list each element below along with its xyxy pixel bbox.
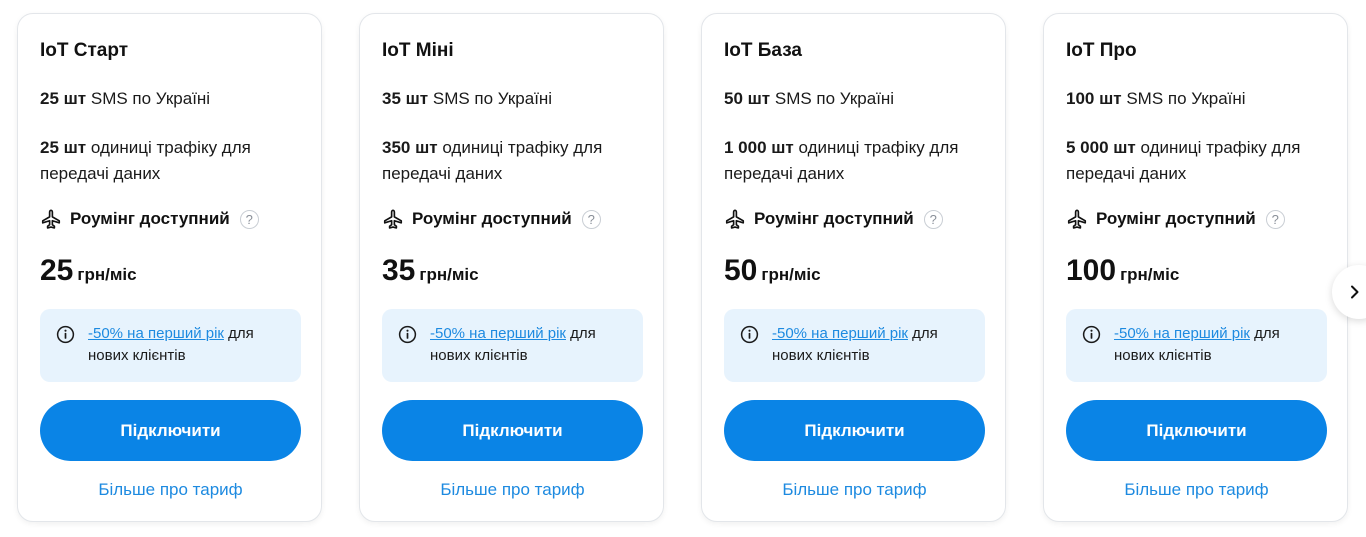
roaming-row: Роумінг доступний ? <box>40 206 259 232</box>
tariff-title: IoT Старт <box>40 40 129 61</box>
promo-link[interactable]: -50% на перший рік <box>430 325 566 342</box>
roaming-row: Роумінг доступний ? <box>1066 206 1285 232</box>
tariff-card: IoT Про 100 шт SMS по Україні 5 000 шт о… <box>1043 13 1348 522</box>
traffic-allowance: 5 000 шт одиниці трафіку для передачі да… <box>1066 135 1321 187</box>
airplane-icon <box>1067 209 1087 229</box>
price: 100 грн/міс <box>1066 254 1179 288</box>
tariff-carousel: IoT Старт 25 шт SMS по Україні 25 шт оди… <box>0 0 1366 537</box>
connect-button[interactable]: Підключити <box>382 400 643 461</box>
roaming-label: Роумінг доступний <box>754 209 914 228</box>
airplane-icon <box>725 209 745 229</box>
price-amount: 25 <box>40 254 74 287</box>
sms-quantity: 25 шт <box>40 89 87 108</box>
price: 25 грн/міс <box>40 254 137 288</box>
price: 50 грн/міс <box>724 254 821 288</box>
price-amount: 100 <box>1066 254 1117 287</box>
info-icon <box>398 325 417 344</box>
tariff-card: IoT Старт 25 шт SMS по Україні 25 шт оди… <box>17 13 322 522</box>
roaming-label: Роумінг доступний <box>1096 209 1256 228</box>
promo-link[interactable]: -50% на перший рік <box>772 325 908 342</box>
more-about-tariff-link[interactable]: Більше про тариф <box>382 480 643 500</box>
info-icon <box>1082 325 1101 344</box>
price-unit: грн/міс <box>1120 265 1180 284</box>
more-about-tariff-link[interactable]: Більше про тариф <box>1066 480 1327 500</box>
promo-banner: -50% на перший рік для нових клієнтів <box>724 309 985 382</box>
price-amount: 35 <box>382 254 416 287</box>
info-icon <box>56 325 75 344</box>
sms-description: SMS по Україні <box>428 89 553 108</box>
sms-allowance: 35 шт SMS по Україні <box>382 89 552 109</box>
airplane-icon <box>41 209 61 229</box>
info-icon <box>740 325 759 344</box>
sms-quantity: 100 шт <box>1066 89 1122 108</box>
roaming-row: Роумінг доступний ? <box>382 206 601 232</box>
roaming-label: Роумінг доступний <box>70 209 230 228</box>
question-mark-icon[interactable]: ? <box>923 209 943 229</box>
chevron-right-icon <box>1351 285 1359 299</box>
traffic-quantity: 25 шт <box>40 138 87 157</box>
sms-description: SMS по Україні <box>770 89 895 108</box>
tariff-card: IoT База 50 шт SMS по Україні 1 000 шт о… <box>701 13 1006 522</box>
connect-button[interactable]: Підключити <box>40 400 301 461</box>
question-mark-icon[interactable]: ? <box>239 209 259 229</box>
sms-description: SMS по Україні <box>1121 89 1246 108</box>
price: 35 грн/міс <box>382 254 479 288</box>
roaming-row: Роумінг доступний ? <box>724 206 943 232</box>
sms-quantity: 35 шт <box>382 89 429 108</box>
sms-quantity: 50 шт <box>724 89 771 108</box>
price-unit: грн/міс <box>761 265 821 284</box>
airplane-icon <box>383 209 403 229</box>
question-mark-icon[interactable]: ? <box>581 209 601 229</box>
promo-link[interactable]: -50% на перший рік <box>1114 325 1250 342</box>
traffic-quantity: 350 шт <box>382 138 438 157</box>
tariff-title: IoT База <box>724 40 802 61</box>
price-unit: грн/міс <box>419 265 479 284</box>
tariff-card: IoT Міні 35 шт SMS по Україні 350 шт оди… <box>359 13 664 522</box>
tariff-title: IoT Міні <box>382 40 454 61</box>
traffic-quantity: 5 000 шт <box>1066 138 1136 157</box>
sms-allowance: 25 шт SMS по Україні <box>40 89 210 109</box>
traffic-allowance: 1 000 шт одиниці трафіку для передачі да… <box>724 135 979 187</box>
sms-allowance: 100 шт SMS по Україні <box>1066 89 1246 109</box>
promo-link[interactable]: -50% на перший рік <box>88 325 224 342</box>
price-amount: 50 <box>724 254 758 287</box>
connect-button[interactable]: Підключити <box>724 400 985 461</box>
traffic-allowance: 350 шт одиниці трафіку для передачі дани… <box>382 135 637 187</box>
sms-description: SMS по Україні <box>86 89 211 108</box>
promo-banner: -50% на перший рік для нових клієнтів <box>1066 309 1327 382</box>
question-mark-icon[interactable]: ? <box>1265 209 1285 229</box>
promo-banner: -50% на перший рік для нових клієнтів <box>40 309 301 382</box>
sms-allowance: 50 шт SMS по Україні <box>724 89 894 109</box>
more-about-tariff-link[interactable]: Більше про тариф <box>40 480 301 500</box>
price-unit: грн/міс <box>77 265 137 284</box>
promo-banner: -50% на перший рік для нових клієнтів <box>382 309 643 382</box>
connect-button[interactable]: Підключити <box>1066 400 1327 461</box>
tariff-title: IoT Про <box>1066 40 1137 61</box>
traffic-allowance: 25 шт одиниці трафіку для передачі даних <box>40 135 295 187</box>
traffic-quantity: 1 000 шт <box>724 138 794 157</box>
more-about-tariff-link[interactable]: Більше про тариф <box>724 480 985 500</box>
roaming-label: Роумінг доступний <box>412 209 572 228</box>
